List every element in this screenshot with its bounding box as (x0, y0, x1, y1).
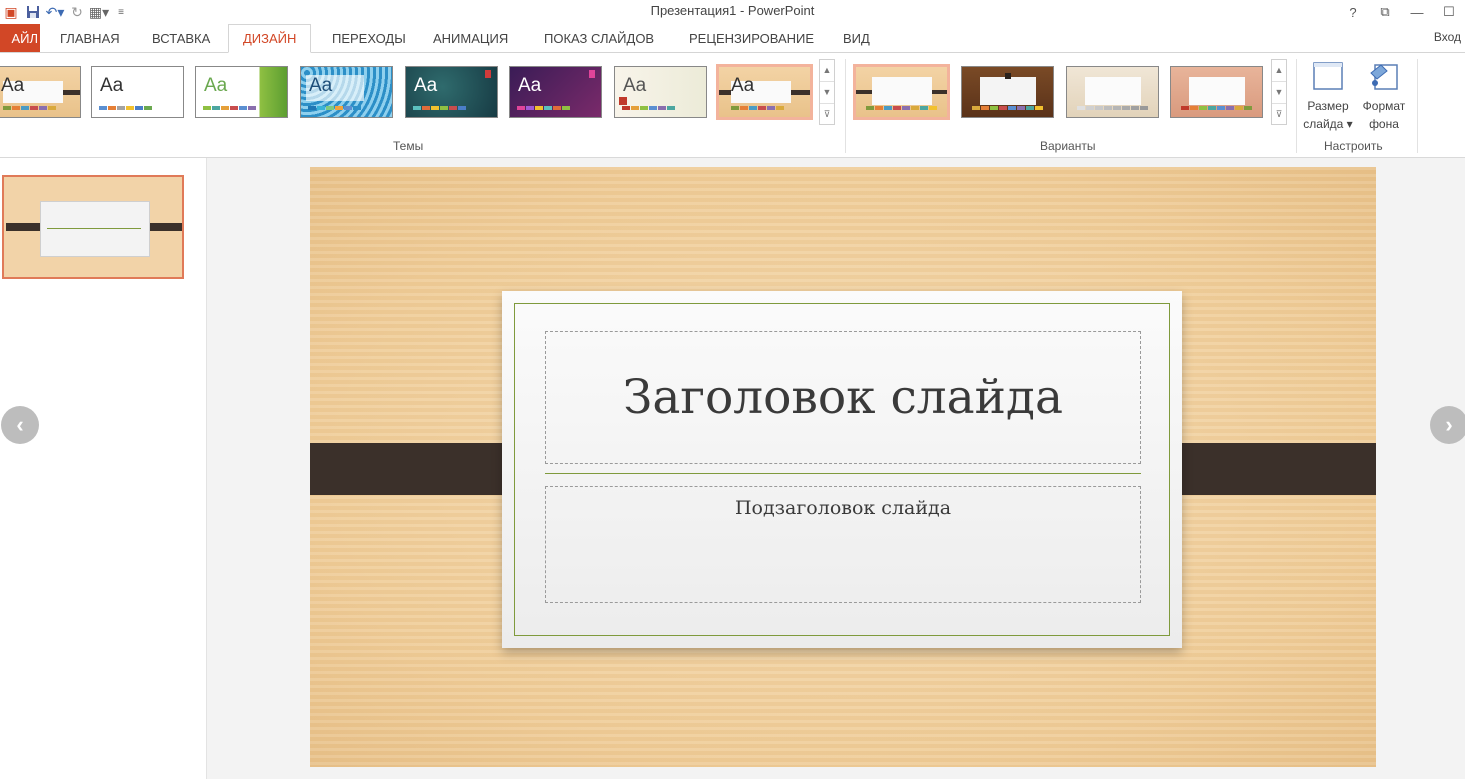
previous-arrow-icon[interactable]: ‹ (1, 406, 39, 444)
sign-in-link[interactable]: Вход (1434, 30, 1461, 44)
undo-icon[interactable]: ↶▾ (44, 2, 66, 22)
tab-view[interactable]: ВИД (829, 24, 884, 52)
window-title: Презентация1 - PowerPoint (650, 3, 815, 18)
group-label-themes: Темы (393, 139, 424, 153)
theme-thumbnail[interactable]: Aa (509, 66, 602, 118)
theme-thumbnail[interactable]: Aa (91, 66, 184, 118)
ribbon-tabs: АЙЛ ГЛАВНАЯ ВСТАВКА ДИЗАЙН ПЕРЕХОДЫ АНИМ… (0, 24, 1465, 53)
variant-thumbnail-selected[interactable] (853, 64, 950, 120)
left-band (310, 443, 526, 495)
tab-animation[interactable]: АНИМАЦИЯ (419, 24, 522, 52)
minimize-button[interactable]: — (1401, 0, 1433, 24)
theme-thumbnail[interactable]: Aa (300, 66, 393, 118)
variant-thumbnail[interactable] (1170, 66, 1263, 118)
window-controls: ? ⧉ — ☐ (1337, 0, 1465, 24)
slide-thumbnail-1[interactable] (2, 175, 184, 279)
variant-thumbnail[interactable] (1066, 66, 1159, 118)
tab-slide-show[interactable]: ПОКАЗ СЛАЙДОВ (530, 24, 668, 52)
start-from-beginning-icon[interactable]: ▦▾ (88, 2, 110, 22)
title-placeholder[interactable]: Заголовок слайда (545, 331, 1141, 464)
gallery-more-icon[interactable]: ⊽ (820, 104, 834, 125)
tab-home[interactable]: ГЛАВНАЯ (46, 24, 134, 52)
group-separator (845, 59, 846, 153)
variant-thumbnail[interactable] (961, 66, 1054, 118)
theme-thumbnail[interactable]: Aa (0, 66, 81, 118)
tab-insert[interactable]: ВСТАВКА (138, 24, 224, 52)
customize-qat-icon[interactable]: ≡ (110, 2, 132, 22)
title-card: Заголовок слайда Подзаголовок слайда (502, 291, 1182, 648)
tab-review[interactable]: РЕЦЕНЗИРОВАНИЕ (675, 24, 828, 52)
scroll-up-icon[interactable]: ▲ (1272, 60, 1286, 82)
group-label-variants: Варианты (1040, 139, 1096, 153)
maximize-button[interactable]: ☐ (1433, 0, 1465, 24)
tab-file[interactable]: АЙЛ (0, 24, 40, 52)
group-separator (1296, 59, 1297, 153)
tab-transitions[interactable]: ПЕРЕХОДЫ (318, 24, 420, 52)
quick-access-toolbar: ▣ ↶▾ ↻ ▦▾ ≡ (0, 0, 132, 24)
slide-size-icon (1311, 59, 1345, 93)
app-icon[interactable]: ▣ (0, 2, 22, 22)
slide-canvas[interactable]: Заголовок слайда Подзаголовок слайда (310, 167, 1376, 767)
scroll-up-icon[interactable]: ▲ (820, 60, 834, 82)
slide-size-button[interactable]: Размер слайда ▾ (1301, 59, 1355, 133)
group-label-customize: Настроить (1324, 139, 1383, 153)
format-background-icon (1367, 59, 1401, 93)
title-divider (545, 473, 1141, 474)
theme-thumbnail[interactable]: Aa (614, 66, 707, 118)
next-arrow-icon[interactable]: › (1430, 406, 1465, 444)
scroll-down-icon[interactable]: ▼ (1272, 82, 1286, 104)
theme-thumbnail[interactable]: Aa (195, 66, 288, 118)
ribbon-display-options-button[interactable]: ⧉ (1369, 0, 1401, 24)
subtitle-placeholder[interactable]: Подзаголовок слайда (545, 486, 1141, 603)
save-icon[interactable] (22, 2, 44, 22)
help-button[interactable]: ? (1337, 0, 1369, 24)
format-background-button[interactable]: Формат фона (1357, 59, 1411, 133)
variants-gallery-scroll[interactable]: ▲ ▼ ⊽ (1271, 59, 1287, 125)
tab-design[interactable]: ДИЗАЙН (228, 24, 312, 53)
gallery-more-icon[interactable]: ⊽ (1272, 104, 1286, 125)
scroll-down-icon[interactable]: ▼ (820, 82, 834, 104)
themes-gallery-scroll[interactable]: ▲ ▼ ⊽ (819, 59, 835, 125)
redo-icon[interactable]: ↻ (66, 2, 88, 22)
slide-thumbnails-panel (0, 158, 207, 779)
group-separator (1417, 59, 1418, 153)
title-bar: ▣ ↶▾ ↻ ▦▾ ≡ Презентация1 - PowerPoint ? … (0, 0, 1465, 24)
right-band (1158, 443, 1376, 495)
ribbon-design: Aa Aa Aa Aa Aa Aa Aa Aa ▲ ▼ ⊽ Темы ▲ ▼ ⊽… (0, 53, 1465, 158)
theme-thumbnail[interactable]: Aa (405, 66, 498, 118)
theme-thumbnail-selected[interactable]: Aa (716, 64, 813, 120)
